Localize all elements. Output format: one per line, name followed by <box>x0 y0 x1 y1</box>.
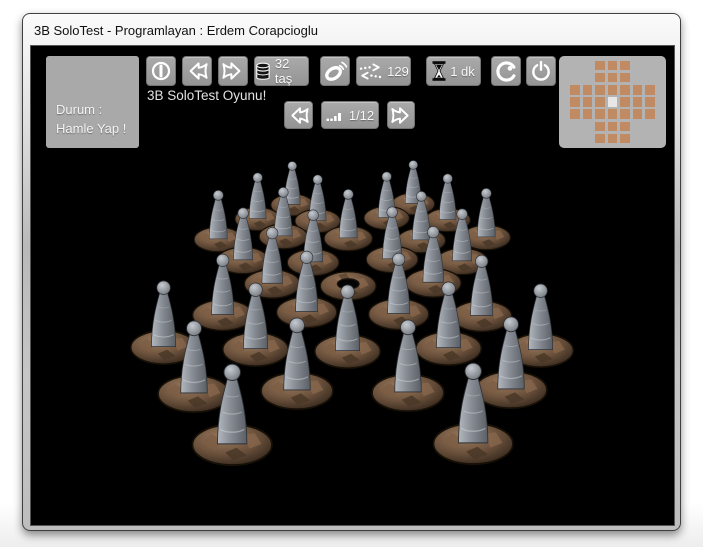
window-title: 3B SoloTest - Programlayan : Erdem Corap… <box>34 23 318 38</box>
game-client-area: Durum : Hamle Yap ! <box>30 45 675 526</box>
desktop-background: 3B SoloTest - Programlayan : Erdem Corap… <box>0 0 703 547</box>
game-board <box>31 46 674 525</box>
window-titlebar[interactable]: 3B SoloTest - Programlayan : Erdem Corap… <box>23 14 680 46</box>
app-window: 3B SoloTest - Programlayan : Erdem Corap… <box>22 13 681 531</box>
peg[interactable] <box>430 351 516 467</box>
peg[interactable] <box>189 352 275 468</box>
